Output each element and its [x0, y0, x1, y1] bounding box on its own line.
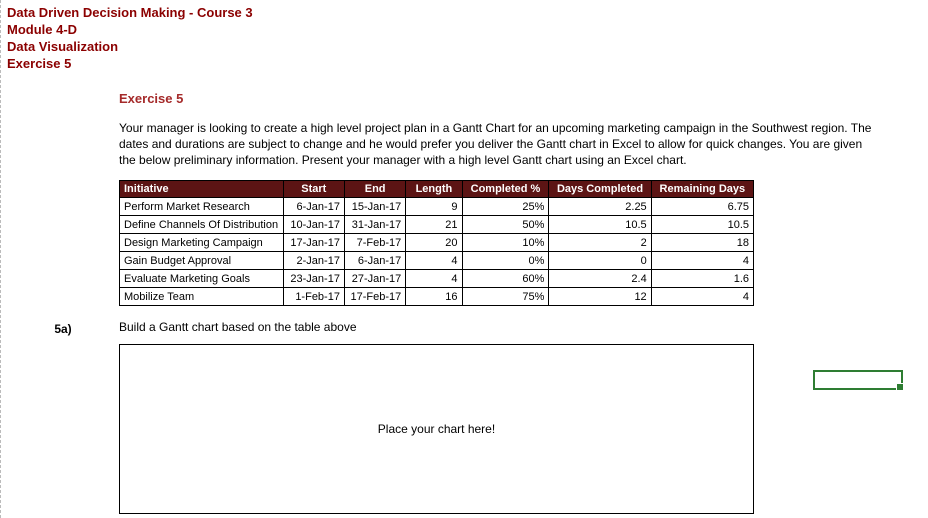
- selected-cell-indicator[interactable]: [813, 370, 903, 390]
- col-completed-pct: Completed %: [462, 181, 549, 198]
- header-line-2: Module 4-D: [7, 22, 928, 39]
- table-row: Gain Budget Approval 2-Jan-17 6-Jan-17 4…: [120, 252, 754, 270]
- col-start: Start: [283, 181, 344, 198]
- table-header-row: Initiative Start End Length Completed % …: [120, 181, 754, 198]
- chart-placeholder-box: Place your chart here!: [119, 344, 754, 514]
- table-row: Define Channels Of Distribution 10-Jan-1…: [120, 216, 754, 234]
- table-row: Mobilize Team 1-Feb-17 17-Feb-17 16 75% …: [120, 288, 754, 306]
- table-row: Perform Market Research 6-Jan-17 15-Jan-…: [120, 198, 754, 216]
- table-row: Evaluate Marketing Goals 23-Jan-17 27-Ja…: [120, 270, 754, 288]
- header-line-3: Data Visualization: [7, 39, 928, 56]
- question-label: 5a): [7, 320, 119, 336]
- col-end: End: [344, 181, 405, 198]
- header-line-1: Data Driven Decision Making - Course 3: [7, 5, 928, 22]
- col-length: Length: [406, 181, 462, 198]
- chart-placeholder-text: Place your chart here!: [378, 422, 495, 436]
- header-line-4: Exercise 5: [7, 56, 928, 73]
- question-text: Build a Gantt chart based on the table a…: [119, 320, 754, 334]
- table-row: Design Marketing Campaign 17-Jan-17 7-Fe…: [120, 234, 754, 252]
- exercise-title: Exercise 5: [119, 91, 889, 106]
- col-days-completed: Days Completed: [549, 181, 651, 198]
- initiative-table: Initiative Start End Length Completed % …: [119, 180, 754, 306]
- col-remaining-days: Remaining Days: [651, 181, 753, 198]
- col-initiative: Initiative: [120, 181, 284, 198]
- exercise-prompt: Your manager is looking to create a high…: [119, 120, 879, 169]
- document-header: Data Driven Decision Making - Course 3 M…: [7, 5, 928, 73]
